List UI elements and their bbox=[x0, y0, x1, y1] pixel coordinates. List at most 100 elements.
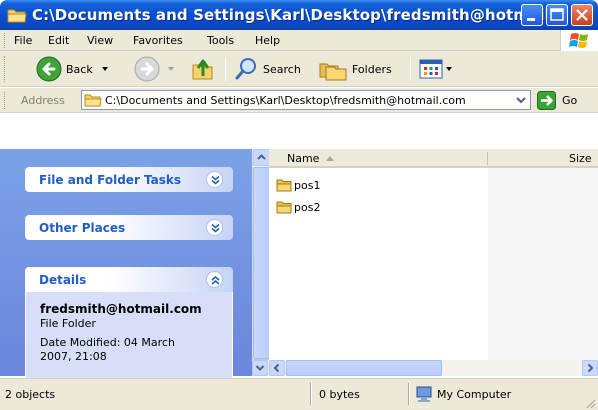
minimize-icon bbox=[527, 18, 535, 21]
chevron-up-icon bbox=[257, 154, 266, 160]
close-button[interactable] bbox=[571, 4, 593, 26]
folders-button[interactable]: Folders bbox=[318, 55, 392, 83]
folders-icon bbox=[319, 63, 347, 81]
menu-tools[interactable]: Tools bbox=[207, 34, 234, 47]
back-button[interactable]: Back bbox=[36, 55, 110, 83]
scroll-right-button[interactable] bbox=[582, 360, 598, 376]
address-bar: Address C:\Documents and Settings\Karl\D… bbox=[0, 88, 598, 113]
folder-icon bbox=[84, 94, 102, 107]
panel-header[interactable]: Other Places bbox=[25, 215, 233, 240]
sort-ascending-icon bbox=[326, 156, 334, 161]
search-button[interactable]: Search bbox=[233, 55, 301, 83]
windows-flag-icon bbox=[569, 33, 588, 48]
toolbar-grip[interactable] bbox=[4, 92, 7, 109]
status-bar: 2 objects 0 bytes My Computer bbox=[0, 378, 598, 410]
panel-title: Other Places bbox=[39, 221, 126, 235]
list-item[interactable]: pos1 bbox=[276, 178, 320, 192]
toolbar-grip[interactable] bbox=[4, 33, 7, 48]
search-label: Search bbox=[263, 62, 301, 76]
toolbar-separator bbox=[410, 57, 411, 81]
resize-grip-icon[interactable] bbox=[584, 397, 596, 409]
panel-header[interactable]: Details bbox=[25, 267, 233, 292]
list-item-name: pos1 bbox=[294, 178, 321, 192]
panel-file-and-folder-tasks[interactable]: File and Folder Tasks bbox=[25, 167, 233, 192]
menu-favorites[interactable]: Favorites bbox=[133, 34, 183, 47]
folder-icon bbox=[276, 179, 292, 192]
task-pane: File and Folder Tasks Other Places Detai… bbox=[0, 149, 252, 382]
forward-button[interactable] bbox=[134, 55, 176, 83]
address-dropdown-button[interactable] bbox=[513, 92, 529, 108]
double-chevron-up-icon bbox=[211, 275, 220, 285]
panel-title: Details bbox=[39, 273, 87, 287]
scroll-down-button[interactable] bbox=[252, 360, 268, 376]
details-modified-line1: Date Modified: 04 March bbox=[40, 336, 175, 349]
menu-edit[interactable]: Edit bbox=[48, 34, 69, 47]
go-label: Go bbox=[562, 94, 578, 107]
column-headers: Name Size bbox=[269, 149, 598, 168]
list-item[interactable]: pos2 bbox=[276, 200, 320, 214]
toolbar-separator bbox=[225, 57, 226, 81]
panel-header[interactable]: File and Folder Tasks bbox=[25, 167, 233, 192]
panel-other-places[interactable]: Other Places bbox=[25, 215, 233, 240]
status-object-count: 2 objects bbox=[5, 388, 56, 401]
collapse-button[interactable] bbox=[206, 271, 223, 288]
computer-icon bbox=[416, 386, 432, 402]
expand-button[interactable] bbox=[206, 219, 223, 236]
panel-title: File and Folder Tasks bbox=[39, 173, 182, 187]
minimize-button[interactable] bbox=[521, 4, 543, 26]
search-icon bbox=[235, 58, 256, 80]
status-size: 0 bytes bbox=[319, 388, 360, 401]
details-modified-line2: 2007, 21:08 bbox=[40, 350, 107, 363]
double-chevron-down-icon bbox=[211, 223, 220, 233]
maximize-button[interactable] bbox=[546, 4, 568, 26]
column-header-size[interactable]: Size bbox=[569, 152, 592, 165]
up-folder-icon bbox=[192, 59, 213, 80]
forward-arrow-icon bbox=[134, 56, 160, 82]
size-column-shading bbox=[488, 168, 598, 360]
close-icon bbox=[576, 9, 588, 21]
column-header-name[interactable]: Name bbox=[287, 152, 319, 165]
address-value: C:\Documents and Settings\Karl\Desktop\f… bbox=[105, 94, 466, 107]
toolbar-grip[interactable] bbox=[4, 56, 7, 82]
chevron-left-icon bbox=[273, 363, 280, 373]
scroll-left-button[interactable] bbox=[269, 360, 285, 376]
folder-icon bbox=[7, 7, 27, 27]
windows-logo bbox=[560, 30, 598, 51]
back-arrow-icon bbox=[36, 56, 62, 82]
scroll-thumb[interactable] bbox=[253, 167, 270, 359]
menu-file[interactable]: File bbox=[14, 34, 32, 47]
dropdown-arrow-icon[interactable] bbox=[100, 64, 110, 74]
address-input[interactable]: C:\Documents and Settings\Karl\Desktop\f… bbox=[81, 90, 531, 110]
maximize-icon bbox=[550, 8, 564, 21]
views-button[interactable] bbox=[418, 55, 453, 83]
details-body: fredsmith@hotmail.com File Folder Date M… bbox=[25, 292, 233, 382]
go-button[interactable]: Go bbox=[537, 91, 577, 110]
status-separator bbox=[408, 383, 410, 405]
chevron-down-icon bbox=[516, 97, 526, 104]
column-divider[interactable] bbox=[487, 152, 488, 165]
folders-label: Folders bbox=[352, 62, 392, 76]
file-list-view[interactable]: Name Size pos1 pos2 bbox=[269, 149, 598, 360]
menu-bar: File Edit View Favorites Tools Help bbox=[0, 30, 598, 51]
folder-icon bbox=[276, 201, 292, 214]
chevron-down-icon bbox=[255, 365, 265, 371]
title-bar[interactable]: C:\Documents and Settings\Karl\Desktop\f… bbox=[0, 0, 598, 30]
menu-view[interactable]: View bbox=[87, 34, 113, 47]
scroll-up-button[interactable] bbox=[253, 149, 270, 166]
address-label: Address bbox=[21, 94, 65, 107]
panel-details[interactable]: Details fredsmith@hotmail.com File Folde… bbox=[25, 267, 233, 382]
details-type: File Folder bbox=[40, 317, 96, 330]
vertical-scrollbar[interactable] bbox=[252, 149, 270, 376]
horizontal-scrollbar[interactable] bbox=[252, 360, 598, 376]
dropdown-arrow-icon[interactable] bbox=[445, 64, 453, 74]
back-label: Back bbox=[66, 62, 93, 76]
scroll-thumb[interactable] bbox=[286, 360, 442, 376]
go-arrow-icon bbox=[537, 91, 556, 110]
dropdown-arrow-icon[interactable] bbox=[166, 64, 176, 74]
up-folder-button[interactable] bbox=[190, 55, 216, 83]
list-item-name: pos2 bbox=[294, 200, 321, 214]
chevron-right-icon bbox=[587, 363, 594, 373]
menu-help[interactable]: Help bbox=[255, 34, 280, 47]
expand-button[interactable] bbox=[206, 171, 223, 188]
window-title: C:\Documents and Settings\Karl\Desktop\f… bbox=[32, 6, 568, 24]
